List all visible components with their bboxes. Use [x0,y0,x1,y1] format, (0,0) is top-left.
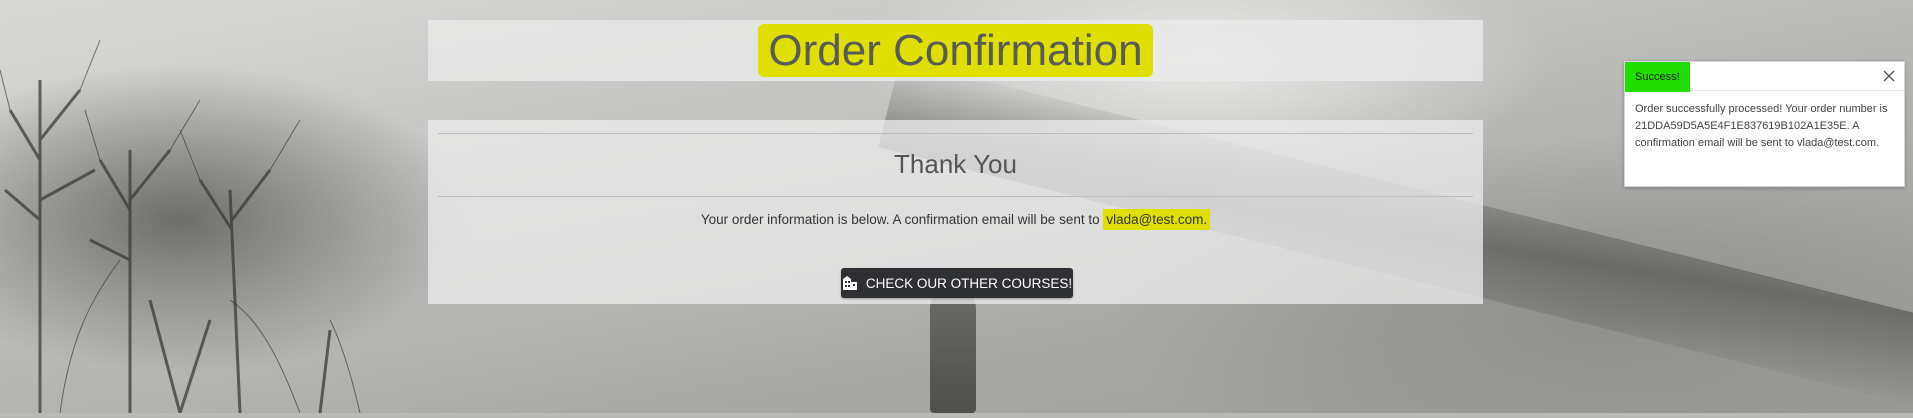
page-title: Order Confirmation [428,20,1483,81]
confirmation-card: Thank You Your order information is belo… [428,120,1483,304]
toast-title: Success! [1625,62,1690,92]
close-icon[interactable] [1880,67,1898,85]
order-info-prefix: Your order information is below. A confi… [700,212,1104,227]
thank-you-heading: Thank You [894,149,1017,179]
toast-header: Success! [1625,62,1904,92]
background-figure [930,290,976,413]
divider [438,133,1473,134]
order-info-text: Your order information is below. A confi… [428,209,1483,230]
header-band: Order Confirmation [428,20,1483,81]
success-toast: Success! Order successfully processed! Y… [1624,61,1905,187]
check-other-courses-button[interactable]: CHECK OUR OTHER COURSES! [841,268,1073,298]
confirmation-email: vlada@test.com. [1103,209,1211,230]
check-other-courses-label: CHECK OUR OTHER COURSES! [865,275,1073,291]
building-icon [842,276,857,290]
page-title-text: Order Confirmation [758,24,1153,77]
toast-message: Order successfully processed! Your order… [1635,103,1888,149]
background-trees [0,0,420,414]
divider [438,196,1473,197]
